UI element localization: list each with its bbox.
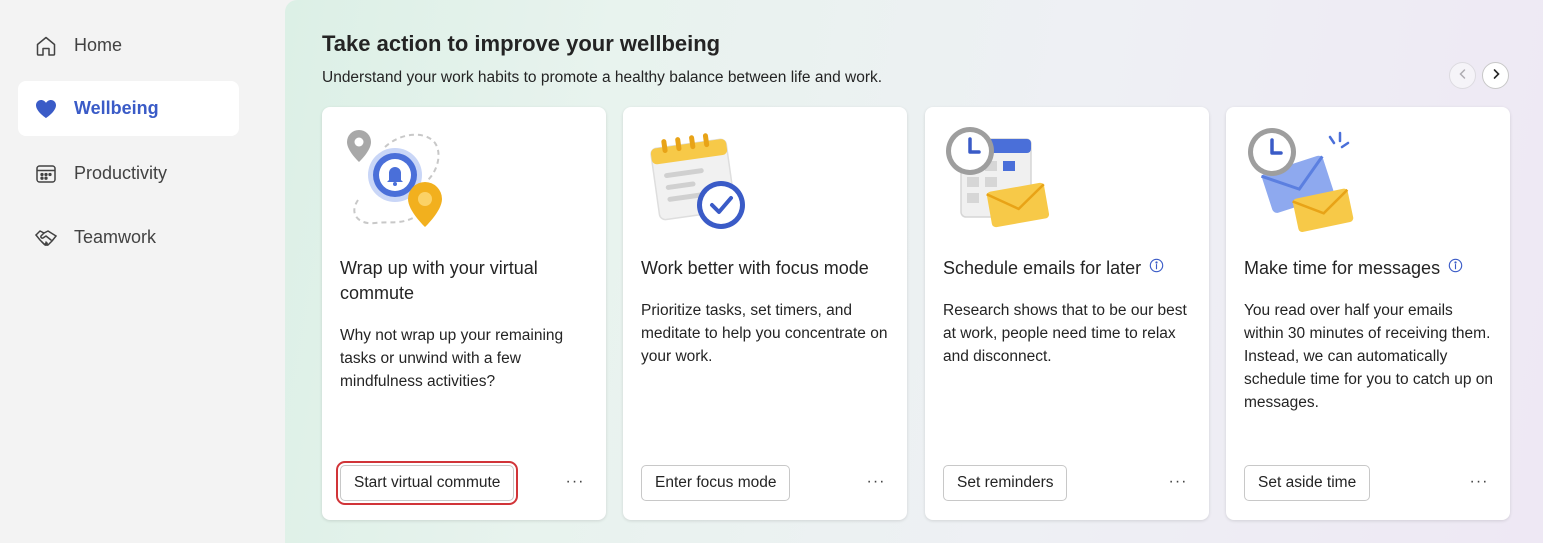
- sidebar-item-label: Wellbeing: [74, 98, 159, 118]
- commute-map-pin-bell-illustration: [340, 125, 450, 235]
- main-panel: Take action to improve your wellbeing Un…: [285, 0, 1543, 543]
- card-description: Research shows that to be our best at wo…: [943, 302, 1187, 365]
- clock-calendar-envelope-illustration: [943, 125, 1053, 235]
- sidebar-item-label: Home: [74, 35, 123, 55]
- enter-focus-mode-button[interactable]: Enter focus mode: [641, 465, 791, 501]
- page-title: Take action to improve your wellbeing: [322, 31, 721, 56]
- calendar-checkmark-illustration: [641, 125, 751, 235]
- home-icon: [34, 34, 58, 58]
- more-options-button[interactable]: ···: [564, 471, 586, 493]
- more-options-button[interactable]: ···: [1167, 471, 1189, 493]
- info-icon[interactable]: [1149, 255, 1164, 280]
- sidebar-item-home[interactable]: Home: [18, 18, 239, 73]
- sidebar: Home Wellbeing Productivity Teamwork: [0, 0, 285, 543]
- handshake-icon: [34, 226, 58, 250]
- card-title-text: Schedule emails for later: [943, 258, 1142, 278]
- sidebar-item-teamwork[interactable]: Teamwork: [18, 210, 239, 265]
- chevron-left-icon: [1457, 67, 1469, 85]
- more-options-button[interactable]: ···: [865, 471, 887, 493]
- start-virtual-commute-button[interactable]: Start virtual commute: [335, 461, 519, 505]
- card-focus-mode: Work better with focus mode Prioritize t…: [623, 107, 907, 520]
- card-title: Schedule emails for later: [943, 256, 1193, 281]
- heart-icon: [34, 97, 58, 121]
- calendar-grid-icon: [34, 162, 58, 186]
- card-title: Wrap up with your virtual commute: [340, 258, 538, 303]
- page-subtitle: Understand your work habits to promote a…: [322, 69, 883, 86]
- card-description: Prioritize tasks, set timers, and medita…: [641, 302, 888, 365]
- card-title: Make time for messages: [1244, 256, 1494, 281]
- sidebar-item-label: Productivity: [74, 163, 168, 183]
- card-title-text: Make time for messages: [1244, 258, 1441, 278]
- set-reminders-button[interactable]: Set reminders: [943, 465, 1068, 501]
- next-page-button[interactable]: [1482, 62, 1509, 89]
- card-description: You read over half your emails within 30…: [1244, 302, 1494, 411]
- sidebar-item-productivity[interactable]: Productivity: [18, 146, 239, 201]
- card-title: Work better with focus mode: [641, 258, 869, 278]
- sidebar-item-wellbeing[interactable]: Wellbeing: [18, 81, 239, 136]
- card-schedule-emails: Schedule emails for later Research shows…: [925, 107, 1209, 520]
- clock-envelopes-illustration: [1244, 125, 1354, 235]
- card-virtual-commute: Wrap up with your virtual commute Why no…: [322, 107, 606, 520]
- sidebar-item-label: Teamwork: [74, 227, 157, 247]
- card-description: Why not wrap up your remaining tasks or …: [340, 327, 564, 390]
- card-make-time-for-messages: Make time for messages You read over hal…: [1226, 107, 1510, 520]
- set-aside-time-button[interactable]: Set aside time: [1244, 465, 1371, 501]
- more-options-button[interactable]: ···: [1468, 471, 1490, 493]
- previous-page-button[interactable]: [1449, 62, 1476, 89]
- chevron-right-icon: [1490, 67, 1502, 85]
- info-icon[interactable]: [1448, 255, 1463, 280]
